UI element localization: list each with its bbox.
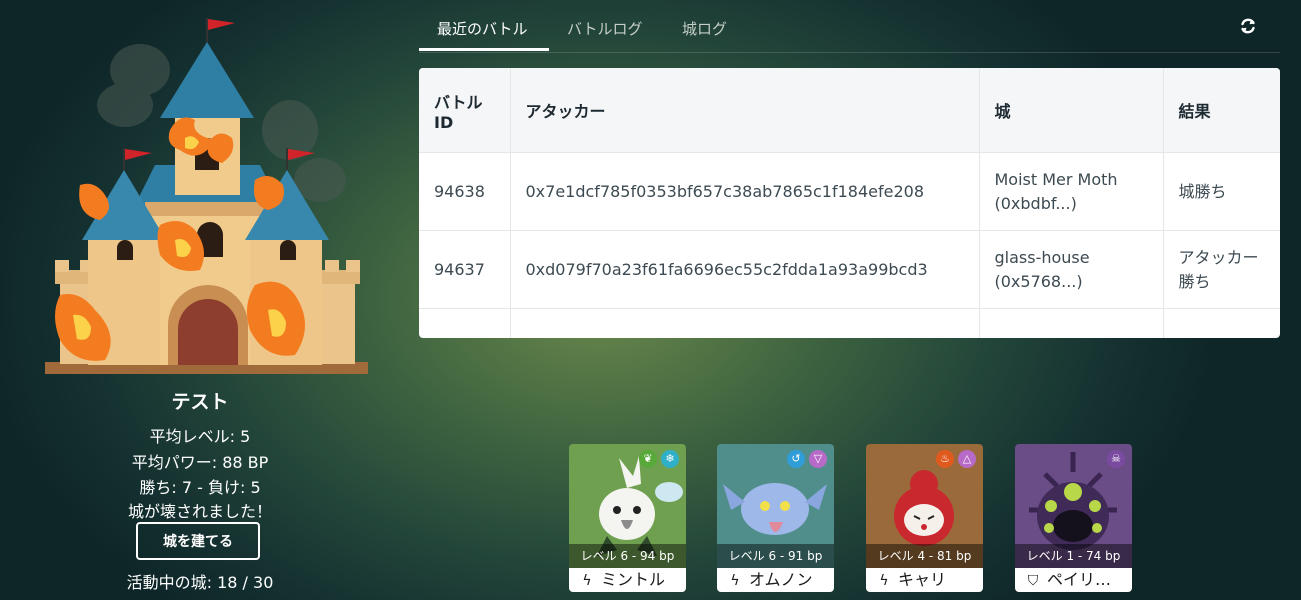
column-header-battle-id[interactable]: バトル ID [419, 68, 511, 153]
column-header-result[interactable]: 結果 [1163, 68, 1280, 153]
tab-battle-log[interactable]: バトルログ [567, 18, 642, 39]
result-cell: 城勝ち [1163, 152, 1280, 231]
castle-cell[interactable]: glass-house [979, 308, 1164, 338]
creature-level: レベル 6 - 94 bp [569, 544, 686, 568]
battle-id-cell: 94637 [419, 230, 511, 309]
active-tab-indicator [419, 48, 549, 51]
castle-cell[interactable]: Moist Mer Moth (0xbdbf...) [979, 152, 1164, 231]
castle-cell[interactable]: glass-house (0x5768...) [979, 230, 1164, 309]
castle-status: 城が壊されました！ [127, 502, 272, 521]
tab-castle-log[interactable]: 城ログ [682, 18, 727, 39]
snowflake-icon: ❄ [661, 450, 679, 468]
creature-level: レベル 1 - 74 bp [1015, 544, 1132, 568]
table-row[interactable]: 94637 0xd079f70a23f61fa6696ec55c2fdda1a9… [419, 230, 1280, 309]
skull-icon: ☠ [1107, 450, 1125, 468]
table-row[interactable]: 94638 0x7e1dcf785f0353bf657c38ab7865c1f1… [419, 152, 1280, 231]
column-header-attacker[interactable]: アタッカー [510, 68, 980, 153]
result-cell: アタッカ [1163, 308, 1280, 338]
table-header-row: バトル ID アタッカー 城 結果 [419, 68, 1280, 153]
attacker-cell[interactable]: 0xd079f70a23f61fa6696ec55c2fdda1a93a99bc… [510, 230, 980, 309]
creature-name: ペイリタ... [1047, 570, 1127, 589]
refresh-icon[interactable] [1238, 16, 1258, 36]
active-castles-count: 活動中の城: 18 / 30 [126, 573, 274, 592]
castle-avg-level: 平均レベル: 5 [149, 427, 251, 446]
triangle-icon: △ [958, 450, 976, 468]
creature-card[interactable]: ↺ ▽ レベル 6 - 91 bp ϟ オムノン [717, 444, 834, 592]
castle-record: 勝ち: 7 - 負け: 5 [139, 478, 261, 497]
leaf-icon: ❦ [639, 450, 657, 468]
lightning-icon: ϟ [730, 573, 740, 589]
attacker-cell[interactable]: 0x7e1dcf785f0353bf657c38ab7865c1f184efe2… [510, 152, 980, 231]
water-swirl-icon: ↺ [787, 450, 805, 468]
lightning-icon: ϟ [582, 573, 592, 589]
lightning-icon: ϟ [879, 573, 889, 589]
battle-id-cell [419, 308, 511, 338]
creature-name-bar: ⛉ ペイリタ... [1015, 568, 1132, 592]
creature-card[interactable]: ♨ △ レベル 4 - 81 bp ϟ キャリ [866, 444, 983, 592]
creature-name: ミントル [601, 570, 666, 589]
castle-avg-power: 平均パワー: 88 BP [131, 453, 269, 472]
creature-name: キャリ [898, 570, 947, 589]
creature-name-bar: ϟ ミントル [569, 568, 686, 592]
build-castle-button[interactable]: 城を建てる [136, 522, 260, 560]
triangle-icon: ▽ [809, 450, 827, 468]
recent-battles-table: バトル ID アタッカー 城 結果 94638 0x7e1dcf785f0353… [419, 68, 1280, 338]
creature-name-bar: ϟ オムノン [717, 568, 834, 592]
burning-castle-image [40, 10, 375, 380]
shield-icon: ⛉ [1027, 573, 1039, 589]
result-cell: アタッカー勝ち [1163, 230, 1280, 309]
creature-name: オムノン [749, 570, 813, 589]
creature-card[interactable]: ❦ ❄ レベル 6 - 94 bp ϟ ミントル [569, 444, 686, 592]
creature-level: レベル 6 - 91 bp [717, 544, 834, 568]
castle-name: テスト [171, 391, 229, 413]
creature-card[interactable]: ☠ レベル 1 - 74 bp ⛉ ペイリタ... [1015, 444, 1132, 592]
battle-id-cell: 94638 [419, 152, 511, 231]
column-header-castle[interactable]: 城 [979, 68, 1164, 153]
tab-recent-battles[interactable]: 最近のバトル [437, 18, 527, 39]
attacker-cell[interactable] [510, 308, 980, 338]
fire-icon: ♨ [936, 450, 954, 468]
creature-name-bar: ϟ キャリ [866, 568, 983, 592]
table-row[interactable]: glass-house アタッカ [419, 308, 1280, 338]
battle-tabs: 最近のバトル バトルログ 城ログ [419, 10, 1280, 53]
creature-level: レベル 4 - 81 bp [866, 544, 983, 568]
